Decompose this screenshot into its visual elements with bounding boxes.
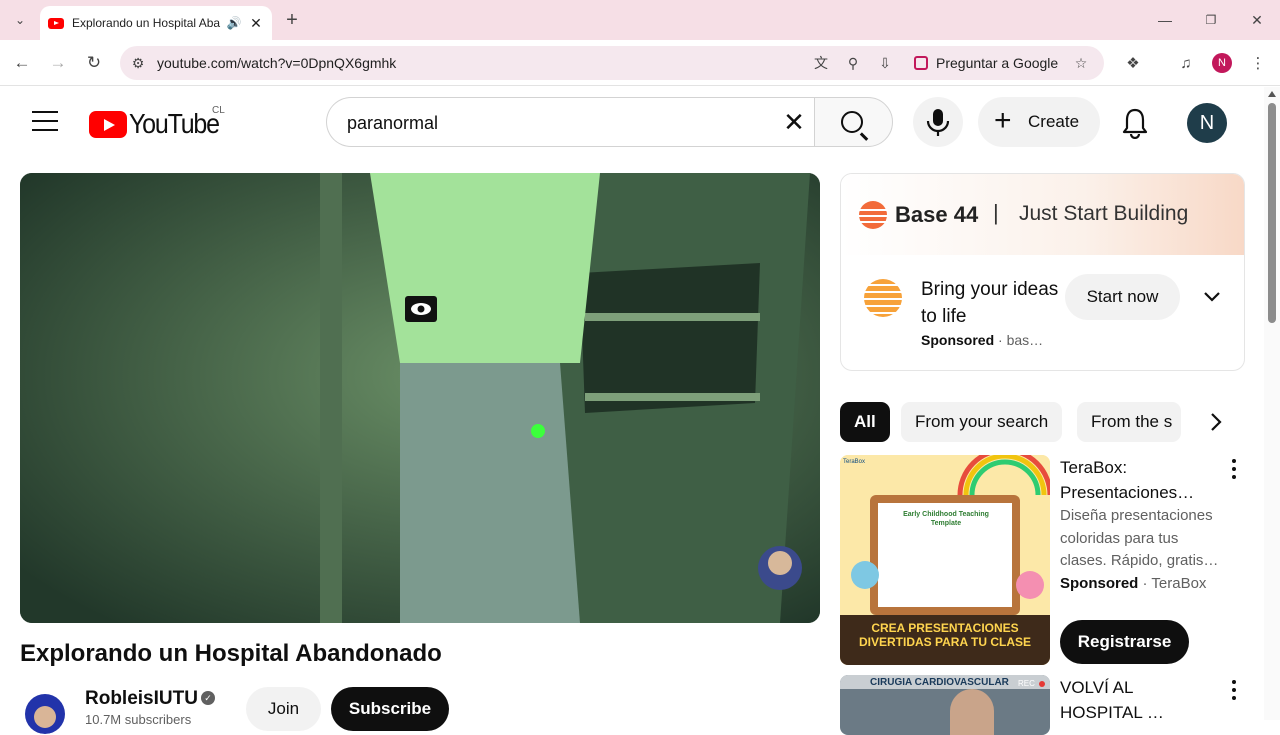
tab-search-icon[interactable]: ⌄: [9, 9, 31, 31]
channel-avatar[interactable]: [20, 684, 70, 734]
url-text[interactable]: youtube.com/watch?v=0DpnQX6gmhk: [157, 55, 396, 71]
create-label: Create: [1028, 112, 1080, 131]
address-bar[interactable]: ⚙ youtube.com/watch?v=0DpnQX6gmhk 文 ⚲ ⇩ …: [120, 46, 1104, 80]
reload-icon[interactable]: ↻: [83, 52, 105, 74]
youtube-play-icon: [89, 111, 127, 138]
rec-title-line-1[interactable]: TeraBox:: [1060, 455, 1194, 480]
ad-tagline: Just Start Building: [1019, 202, 1189, 225]
video-frame: [20, 173, 820, 623]
rec-title[interactable]: VOLVÍ AL HOSPITAL …: [1060, 675, 1164, 725]
chevron-right-icon[interactable]: [1204, 410, 1228, 434]
youtube-header: YouTube CL paranormal ✕ + Create N: [0, 87, 1264, 159]
chip-all[interactable]: All: [840, 402, 890, 442]
search-icon: [841, 111, 863, 133]
browser-tab[interactable]: Explorando un Hospital Aba 🔊 ✕: [40, 6, 272, 40]
chip-from-your-search[interactable]: From your search: [901, 402, 1063, 442]
ad-sponsored-line: Sponsored · bas…: [921, 332, 1044, 348]
clear-search-icon[interactable]: ✕: [781, 109, 807, 135]
google-lens-icon: [914, 56, 928, 70]
rec-thumbnail[interactable]: CIRUGIA CARDIOVASCULAR REC: [840, 675, 1050, 735]
browser-tab-strip: ⌄ Explorando un Hospital Aba 🔊 ✕ + — ❐ ✕: [0, 0, 1280, 40]
create-button[interactable]: + Create: [978, 97, 1100, 147]
new-tab-icon[interactable]: +: [281, 9, 303, 31]
voice-search-button[interactable]: [913, 97, 963, 147]
bookmark-star-icon[interactable]: ☆: [1072, 54, 1090, 72]
audio-playing-icon[interactable]: 🔊: [226, 16, 242, 30]
ask-google-button[interactable]: Preguntar a Google: [906, 50, 1068, 76]
thumb-sign-text: CIRUGIA CARDIOVASCULAR: [870, 677, 1009, 688]
ad-brand: Base 44: [895, 202, 979, 227]
ad-divider: |: [993, 200, 999, 225]
youtube-favicon-icon: [48, 17, 64, 29]
thumb-banner-text: CREA PRESENTACIONES DIVERTIDAS PARA TU C…: [858, 621, 1031, 649]
sponsored-label: Sponsored: [1060, 575, 1139, 592]
ad-advertiser: bas…: [1006, 332, 1044, 348]
ad-banner[interactable]: Base 44 | Just Start Building: [841, 174, 1244, 255]
restore-icon[interactable]: ❐: [1200, 9, 1222, 31]
verified-badge-icon: ✓: [201, 691, 215, 705]
rec-advertiser: TeraBox: [1151, 575, 1207, 592]
browser-menu-icon[interactable]: ⋮: [1247, 52, 1269, 74]
more-actions-icon[interactable]: [1230, 459, 1238, 483]
base44-logo-icon: [858, 201, 888, 229]
forward-icon[interactable]: →: [47, 52, 69, 74]
terabox-thumb-brand: TeraBox: [843, 459, 866, 465]
site-info-icon[interactable]: ⚙: [129, 54, 147, 72]
country-code: CL: [212, 105, 225, 116]
extensions-icon[interactable]: ❖: [1122, 52, 1144, 74]
join-button[interactable]: Join: [246, 687, 321, 731]
install-app-icon[interactable]: ⇩: [876, 54, 894, 72]
video-player[interactable]: [20, 173, 820, 623]
ad-headline[interactable]: Bring your ideas to life: [921, 276, 1061, 330]
rec-title-line-2[interactable]: HOSPITAL …: [1060, 700, 1164, 725]
rec-sponsored-line: Sponsored · TeraBox: [1060, 575, 1207, 592]
thumb-heading: Early Childhood Teaching Template: [903, 511, 989, 527]
chevron-down-icon[interactable]: [1201, 286, 1223, 308]
rec-title-line-1[interactable]: VOLVÍ AL: [1060, 675, 1164, 700]
minimize-icon[interactable]: —: [1154, 9, 1176, 31]
page-scrollbar[interactable]: [1264, 87, 1280, 720]
close-window-icon[interactable]: ✕: [1246, 9, 1268, 31]
plus-icon: +: [994, 104, 1012, 137]
close-tab-icon[interactable]: ✕: [248, 15, 264, 32]
thumb-rec-label: REC: [1018, 679, 1035, 688]
advertiser-logo-icon[interactable]: [864, 279, 902, 317]
rec-description: Diseña presentaciones coloridas para tus…: [1060, 507, 1219, 569]
translate-icon[interactable]: 文: [812, 54, 830, 72]
sponsored-ad-card[interactable]: Base 44 | Just Start Building Bring your…: [840, 173, 1245, 371]
rec-title[interactable]: TeraBox: Presentaciones…: [1060, 455, 1194, 505]
more-actions-icon[interactable]: [1230, 680, 1238, 704]
scrollbar-thumb[interactable]: [1268, 103, 1276, 323]
chip-from-the-series[interactable]: From the s: [1077, 402, 1181, 442]
youtube-wordmark: YouTube: [129, 108, 220, 140]
scroll-up-arrow-icon[interactable]: [1268, 91, 1276, 97]
register-button[interactable]: Registrarse: [1060, 620, 1189, 664]
search-button[interactable]: [814, 97, 893, 147]
account-avatar[interactable]: N: [1187, 103, 1227, 143]
notifications-bell-icon[interactable]: [1120, 107, 1150, 140]
microphone-icon: [926, 109, 950, 136]
rec-thumbnail[interactable]: TeraBox Early Childhood Teaching Templat…: [840, 455, 1050, 665]
back-icon[interactable]: ←: [11, 52, 33, 74]
search-input[interactable]: paranormal ✕: [326, 97, 814, 147]
browser-profile-avatar[interactable]: N: [1212, 53, 1232, 73]
ask-google-label: Preguntar a Google: [936, 55, 1059, 71]
rec-dot-icon: [1039, 681, 1045, 687]
sponsored-label: Sponsored: [921, 332, 995, 348]
hamburger-menu-icon[interactable]: [32, 111, 58, 131]
rec-title-line-2[interactable]: Presentaciones…: [1060, 480, 1194, 505]
youtube-logo[interactable]: YouTube: [89, 108, 220, 140]
channel-name[interactable]: RobleisIUTU: [85, 688, 198, 710]
search-query[interactable]: paranormal: [347, 113, 438, 134]
tab-title: Explorando un Hospital Aba: [72, 16, 221, 30]
zoom-icon[interactable]: ⚲: [844, 54, 862, 72]
start-now-button[interactable]: Start now: [1065, 274, 1180, 320]
media-control-icon[interactable]: ♫: [1175, 52, 1197, 74]
subscribe-button[interactable]: Subscribe: [331, 687, 449, 731]
video-title: Explorando un Hospital Abandonado: [20, 640, 442, 667]
browser-toolbar: ← → ↻ ⚙ youtube.com/watch?v=0DpnQX6gmhk …: [0, 40, 1280, 86]
